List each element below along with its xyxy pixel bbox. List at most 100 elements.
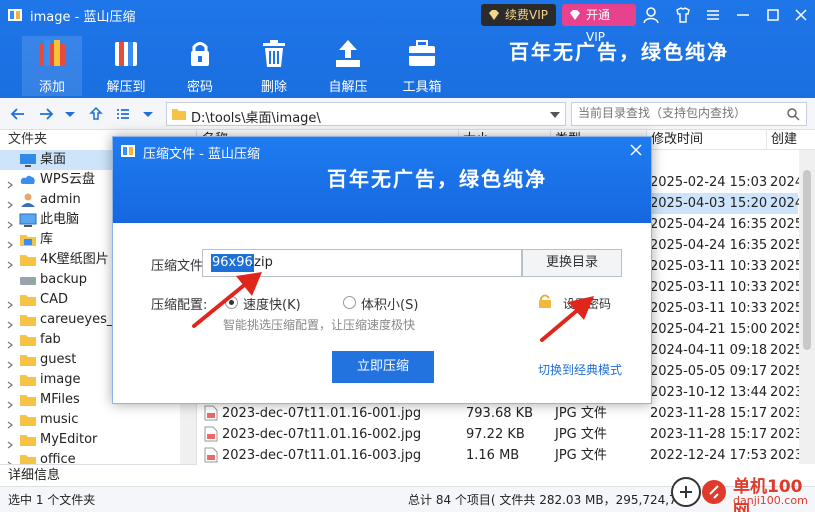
cell-modified: 2024-04-11 09:18 [650,343,768,358]
close-icon[interactable] [790,4,812,26]
cell-modified: 2025-04-24 16:35 [650,238,768,253]
col-created[interactable]: 创建 [766,130,806,150]
add-archive-icon [39,40,65,66]
search-icon[interactable] [786,107,800,121]
detail-header[interactable]: 详细信息 [0,464,197,486]
chevron-right-icon[interactable] [6,456,14,464]
tree-item[interactable]: music [0,410,196,430]
cell-size: 97.22 KB [466,427,525,442]
radio-small[interactable] [343,296,356,309]
trash-icon [263,40,285,67]
path-dropdown-icon[interactable] [549,110,561,120]
compress-now-button[interactable]: 立即压缩 [332,351,434,383]
red-arrow-icon [192,272,262,328]
tool-add[interactable]: 添加 [22,36,82,96]
minimize-icon[interactable] [732,4,754,26]
table-row[interactable]: 2023-dec-07t11.01.16-003.jpg 1.16 MB JPG 文… [198,445,803,464]
red-arrow-icon [540,296,594,342]
tool-extract[interactable]: 解压到 [96,38,156,95]
diamond-icon [570,10,580,20]
tool-toolbox[interactable]: 工具箱 [392,38,452,95]
watermark-logo-icon [671,477,726,507]
cell-modified: 2023-10-12 13:44 [650,385,768,400]
path-text: D:\tools\桌面\image\ [191,111,321,126]
list-scrollbar[interactable] [799,150,815,464]
cell-modified: 2025-03-11 10:33 [650,301,768,316]
tool-self-extract-label: 自解压 [328,80,368,95]
history-dropdown-icon[interactable] [62,106,78,122]
search-input[interactable] [578,106,778,120]
watermark-en: danji100.com [733,494,808,507]
cell-modified: 2025-04-21 15:00 [650,322,768,337]
cell-modified: 2025-03-11 10:33 [650,280,768,295]
cell-modified: 2025-02-24 15:03 [650,175,768,190]
tree-item[interactable]: office [0,450,196,464]
cell-modified: 2025-04-24 16:35 [650,217,768,232]
tree-item-label: MyEditor [40,432,98,447]
renew-vip-button[interactable]: 续费VIP [481,4,556,26]
cell-modified: 2025-05-05 09:17 [650,364,768,379]
window-title: image - 蓝山压缩 [30,10,136,25]
status-total: 总计 84 个项目( 文件共 282.03 MB，295,724,78 [408,493,685,507]
tool-toolbox-label: 工具箱 [402,80,442,95]
folder-icon [19,452,37,464]
cell-modified: 2022-12-24 17:53 [650,448,768,463]
tool-self-extract[interactable]: 自解压 [318,38,378,95]
tool-extract-label: 解压到 [106,80,146,95]
open-vip-button[interactable]: 开通VIP [562,4,636,44]
cell-name: 2023-dec-07t11.01.16-002.jpg [222,427,422,442]
title-bar: image - 蓝山压缩 续费VIP 开通VIP [0,0,815,44]
maximize-icon[interactable] [762,4,784,26]
cell-size: 1.16 MB [466,448,520,463]
dialog-title: 压缩文件 - 蓝山压缩 [143,147,260,162]
tree-item-label: fab [40,332,61,347]
view-dropdown-icon[interactable] [140,106,156,122]
top-bar: image - 蓝山压缩 续费VIP 开通VIP 百年无广告，绿色纯净 添加 解… [0,0,815,98]
tree-item[interactable]: MyEditor [0,430,196,450]
up-folder-icon[interactable] [88,106,104,122]
app-logo-icon [121,145,135,157]
menu-icon[interactable] [702,4,724,26]
forward-arrow-icon[interactable] [38,106,54,122]
tree-item-label: WPS云盘 [40,172,95,187]
path-field[interactable]: D:\tools\桌面\image\ [166,102,566,126]
toolbox-icon [409,40,435,66]
tool-delete[interactable]: 删除 [244,38,304,95]
slogan: 百年无广告，绿色纯净 [509,40,729,64]
cell-type: JPG 文件 [555,427,607,442]
cell-size: 793.68 KB [466,406,534,421]
tree-item-label: 桌面 [40,152,67,167]
skin-icon[interactable] [672,4,694,26]
list-scroll-thumb[interactable] [803,170,811,350]
tool-password[interactable]: 密码 [170,38,230,95]
table-row[interactable]: 2023-dec-07t11.01.16-002.jpg 97.22 KB JPG … [198,424,803,445]
option-small-label[interactable]: 体积小(S) [361,294,418,313]
app-logo-icon [8,9,22,21]
image-file-icon [204,447,218,464]
cell-modified: 2025-03-11 10:33 [650,259,768,274]
back-arrow-icon[interactable] [10,106,26,122]
search-field[interactable] [571,102,807,126]
cell-name: 2023-dec-07t11.01.16-003.jpg [222,448,422,463]
tree-item-label: music [40,412,79,427]
tree-item-label: image [40,372,81,387]
user-icon[interactable] [640,4,662,26]
col-modified[interactable]: 修改时间 [646,130,766,150]
status-selection: 选中 1 个文件夹 [8,493,96,507]
tool-delete-label: 删除 [260,80,287,95]
tree-item-label: office [40,452,76,464]
dialog-header: 压缩文件 - 蓝山压缩 百年无广告，绿色纯净 [113,137,651,223]
tree-item-label: CAD [40,292,68,307]
view-list-icon[interactable] [115,106,131,122]
cell-modified: 2023-11-28 15:17 [650,406,768,421]
tree-item-label: admin [40,192,81,207]
cell-name: 2023-dec-07t11.01.16-001.jpg [222,406,422,421]
change-dir-button[interactable]: 更换目录 [522,249,622,277]
self-extract-icon [336,40,360,67]
table-row[interactable]: 2023-dec-07t11.01.16-001.jpg 793.68 KB JPG… [198,403,803,424]
address-bar: D:\tools\桌面\image\ [0,98,815,130]
switch-classic-mode-link[interactable]: 切换到经典模式 [538,361,622,378]
diamond-icon [489,10,499,20]
tree-item-label: 库 [40,232,54,247]
close-icon[interactable] [629,143,643,157]
